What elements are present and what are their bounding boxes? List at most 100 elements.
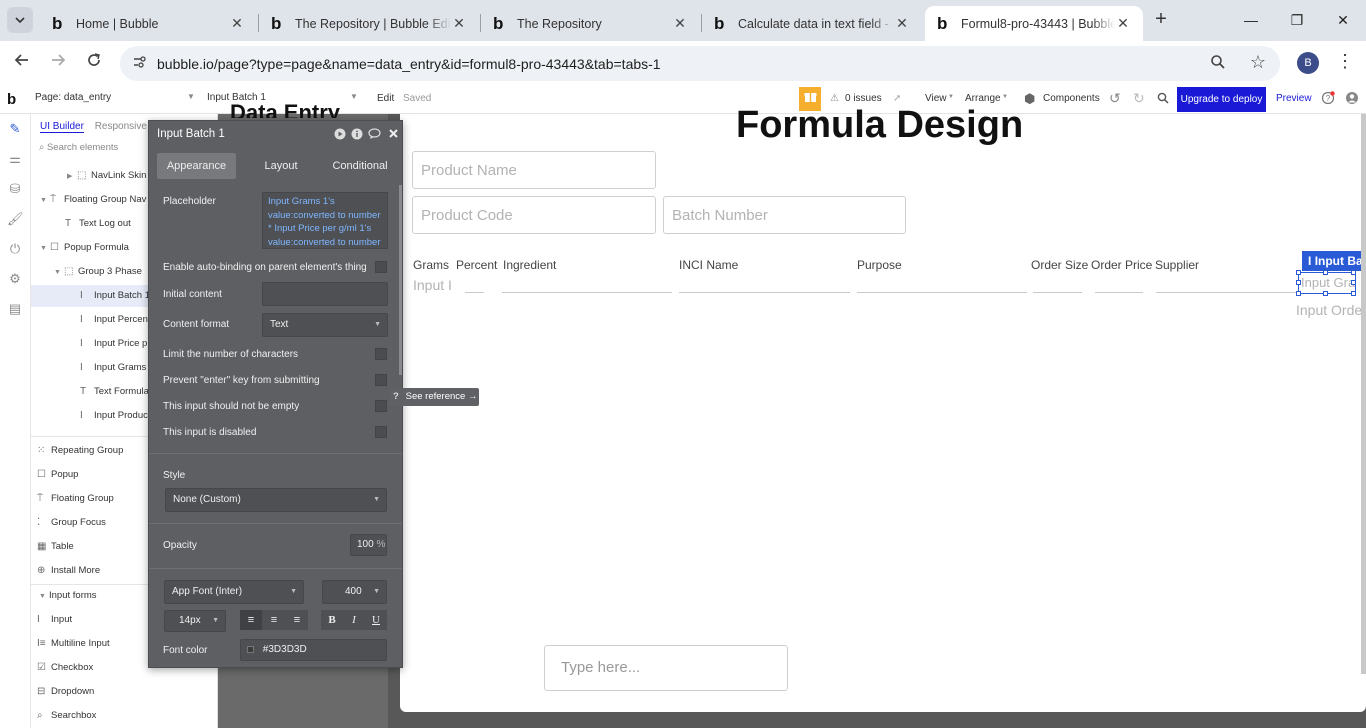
close-icon[interactable] <box>387 128 400 141</box>
caret-right-icon[interactable]: ▶ <box>67 166 77 188</box>
auto-binding-checkbox[interactable] <box>375 261 387 273</box>
palette-item[interactable]: ☐ Popup <box>37 464 78 486</box>
settings-tab-icon[interactable]: ⚙ <box>7 271 23 287</box>
restore-button[interactable]: ❐ <box>1274 8 1320 32</box>
tree-item[interactable]: I Input Percent <box>80 309 151 331</box>
percent-input[interactable] <box>465 292 484 293</box>
close-icon[interactable]: ✕ <box>1115 15 1131 32</box>
close-icon[interactable]: ✕ <box>894 15 910 32</box>
underline-icon[interactable]: U <box>365 610 387 630</box>
inci-name-field[interactable] <box>679 292 850 293</box>
browser-tab-active[interactable]: b Formul8-pro-43443 | Bubble Editor ✕ <box>925 6 1143 41</box>
font-family-dropdown[interactable]: App Font (Inter) ▼ <box>164 580 304 604</box>
minimize-button[interactable]: — <box>1228 8 1274 32</box>
preview-button[interactable]: Preview <box>1276 93 1312 104</box>
site-settings-icon[interactable] <box>132 55 146 72</box>
tree-item[interactable]: I Input Product <box>80 405 151 427</box>
search-icon[interactable] <box>1157 92 1169 107</box>
edit-menu[interactable]: Edit <box>377 93 394 104</box>
palette-item[interactable]: ▦ Table <box>37 536 74 558</box>
data-tab-icon[interactable]: ⛁ <box>7 181 23 197</box>
font-size-dropdown[interactable]: 14px ▼ <box>164 610 226 632</box>
browser-tab[interactable]: b Home | Bubble ✕ <box>40 6 257 41</box>
product-name-input[interactable]: Product Name <box>412 151 656 189</box>
tree-item[interactable]: ▼ ⬚ Group 3 Phase <box>54 261 142 283</box>
browser-tab[interactable]: b The Repository | Bubble Editor ✕ <box>259 6 479 41</box>
property-editor[interactable]: Input Batch 1 Appearance Layout Conditio… <box>148 120 403 668</box>
resize-handle[interactable] <box>1351 270 1356 275</box>
omnibox[interactable]: bubble.io/page?type=page&name=data_entry… <box>120 46 1280 81</box>
resize-handle[interactable] <box>1296 280 1301 285</box>
order-price-field[interactable] <box>1095 292 1143 293</box>
workflow-tab-icon[interactable]: ⚌ <box>7 151 23 167</box>
resize-handle[interactable] <box>1296 270 1301 275</box>
order-size-field[interactable] <box>1033 292 1082 293</box>
tree-item[interactable]: I Input Price p <box>80 333 147 355</box>
account-icon[interactable] <box>1345 91 1359 108</box>
palette-item[interactable]: ⁙ Repeating Group <box>37 440 123 462</box>
tree-item[interactable]: T Text Formula <box>80 381 149 403</box>
italic-icon[interactable]: I <box>343 610 365 630</box>
page-title[interactable]: Formula Design <box>736 104 1023 147</box>
align-left-icon[interactable]: ≡ <box>240 610 262 630</box>
styles-tab-icon[interactable]: 🖌 <box>7 211 24 227</box>
tree-item[interactable]: I Input Grams <box>80 357 146 379</box>
limit-chars-checkbox[interactable] <box>375 348 387 360</box>
resize-handle[interactable] <box>1351 280 1356 285</box>
palette-item[interactable]: ☑ Checkbox <box>37 657 93 679</box>
reload-icon[interactable] <box>81 51 107 77</box>
new-tab-button[interactable]: + <box>1150 8 1172 30</box>
tab-ui-builder[interactable]: UI Builder <box>40 121 84 133</box>
palette-item[interactable]: ⌕ Searchbox <box>37 705 96 727</box>
bold-icon[interactable]: B <box>321 610 343 630</box>
forward-arrow-icon[interactable] <box>45 51 71 77</box>
design-tab-icon[interactable]: ✎ <box>7 121 23 137</box>
purpose-field[interactable] <box>857 292 1027 293</box>
browser-menu-icon[interactable]: ⋮ <box>1336 51 1354 72</box>
resize-handle[interactable] <box>1351 291 1356 296</box>
help-icon[interactable]: ? <box>1321 91 1335 108</box>
resize-handle[interactable] <box>1323 291 1328 296</box>
property-editor-scrollbar[interactable] <box>399 185 402 375</box>
issues-button[interactable]: 0 issues <box>845 93 882 104</box>
caret-down-icon[interactable]: ▼ <box>40 238 50 260</box>
tree-item[interactable]: ▶ ⬚ NavLink Skin <box>67 165 146 187</box>
tab-appearance[interactable]: Appearance <box>157 153 236 179</box>
tab-search-button[interactable] <box>7 7 33 33</box>
placeholder-expression[interactable]: Input Grams 1's value:converted to numbe… <box>262 192 388 249</box>
palette-item[interactable]: ⊟ Dropdown <box>37 681 94 703</box>
tree-item[interactable]: ▼ ☐ Popup Formula <box>40 237 129 259</box>
palette-section-header[interactable]: ▼ Input forms <box>39 585 97 607</box>
supplier-field[interactable] <box>1156 292 1296 293</box>
browser-tab[interactable]: b The Repository ✕ <box>481 6 700 41</box>
product-code-input[interactable]: Product Code <box>412 196 656 234</box>
page-selector[interactable]: Page: data_entry <box>35 92 111 103</box>
browser-tab[interactable]: b Calculate data in text field - Bubble … <box>702 6 922 41</box>
palette-item[interactable]: I≡ Multiline Input <box>37 633 110 655</box>
logs-tab-icon[interactable]: ▤ <box>7 301 23 317</box>
plugins-tab-icon[interactable]: ⏻ <box>7 241 23 257</box>
batch-number-input[interactable]: Batch Number <box>663 196 906 234</box>
resize-handle[interactable] <box>1296 291 1301 296</box>
pointer-icon[interactable]: ➚ <box>893 93 901 104</box>
popup-formula-canvas[interactable]: Formula Design Product Name Product Code… <box>400 104 1366 712</box>
play-icon[interactable] <box>333 128 346 141</box>
caret-down-icon[interactable]: ▼ <box>40 190 50 212</box>
close-icon[interactable]: ✕ <box>672 15 688 32</box>
info-icon[interactable] <box>350 128 363 141</box>
arrange-menu[interactable]: Arrange <box>965 93 1001 104</box>
resize-handle[interactable] <box>1323 270 1328 275</box>
tab-layout[interactable]: Layout <box>243 153 319 179</box>
see-reference-button[interactable]: ? See reference → <box>389 388 479 406</box>
align-right-icon[interactable]: ≡ <box>286 610 308 630</box>
type-here-input[interactable]: Type here... <box>544 645 788 691</box>
tab-conditional[interactable]: Conditional <box>323 153 397 179</box>
tree-item[interactable]: T Text Log out <box>65 213 131 235</box>
url-text[interactable]: bubble.io/page?type=page&name=data_entry… <box>157 56 661 72</box>
redo-icon[interactable]: ↻ <box>1133 90 1145 107</box>
zoom-icon[interactable] <box>1210 54 1226 74</box>
close-icon[interactable]: ✕ <box>229 15 245 32</box>
font-weight-dropdown[interactable]: 400 ▼ <box>322 580 387 604</box>
property-editor-header[interactable]: Input Batch 1 <box>149 121 402 149</box>
caret-down-icon[interactable]: ▼ <box>54 262 64 284</box>
